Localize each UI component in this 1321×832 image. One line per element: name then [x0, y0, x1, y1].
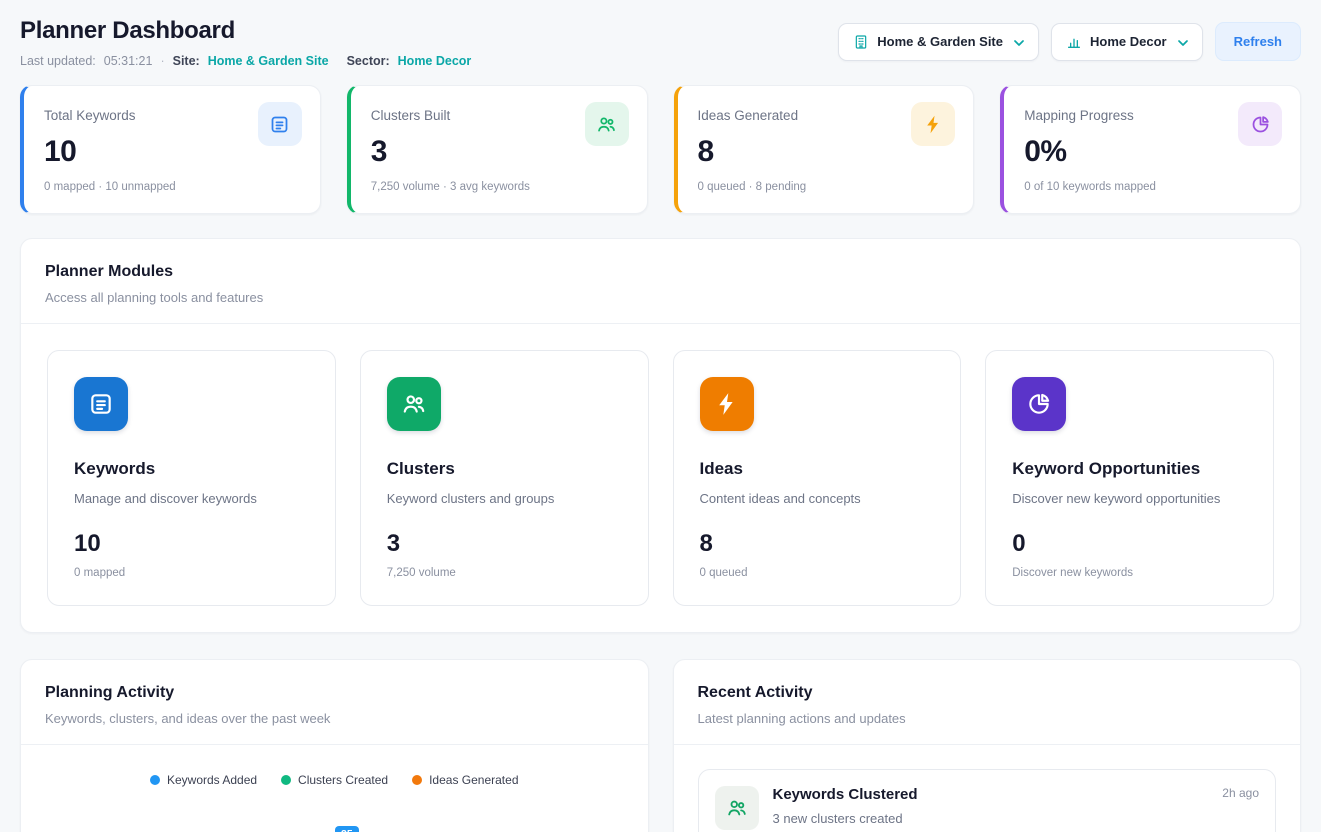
module-card-ideas[interactable]: Ideas Content ideas and concepts 8 0 que… — [673, 350, 962, 606]
page-title: Planner Dashboard — [20, 16, 471, 46]
legend-dot — [281, 775, 291, 785]
data-point-label: 25 — [335, 826, 359, 832]
module-value: 8 — [700, 530, 935, 558]
sector-label: Sector: — [347, 54, 390, 69]
legend-dot — [412, 775, 422, 785]
legend-label: Keywords Added — [167, 773, 257, 787]
meta-separator: · — [160, 54, 164, 69]
modules-grid: Keywords Manage and discover keywords 10… — [21, 324, 1300, 632]
section-title: Recent Activity — [698, 684, 1277, 702]
legend-item-ideas-generated: Ideas Generated — [412, 773, 518, 787]
legend-item-keywords-added: Keywords Added — [150, 773, 257, 787]
divider — [674, 744, 1301, 745]
module-description: Discover new keyword opportunities — [1012, 491, 1247, 506]
page-meta: Last updated: 05:31:21 · Site: Home & Ga… — [20, 54, 471, 69]
stats-row: Total Keywords 10 0 mapped · 10 unmapped… — [20, 85, 1301, 214]
users-icon — [387, 377, 441, 431]
site-link[interactable]: Home & Garden Site — [208, 54, 329, 69]
users-icon — [585, 102, 629, 146]
module-description: Content ideas and concepts — [700, 491, 935, 506]
module-title: Clusters — [387, 459, 622, 479]
building-icon — [853, 34, 869, 50]
module-card-keyword-opportunities[interactable]: Keyword Opportunities Discover new keywo… — [985, 350, 1274, 606]
module-caption: 0 queued — [700, 567, 935, 579]
recent-activity-header: Recent Activity Latest planning actions … — [674, 660, 1301, 744]
sector-selector-value: Home Decor — [1090, 34, 1167, 49]
stat-caption: 0 queued · 8 pending — [698, 181, 954, 193]
module-description: Keyword clusters and groups — [387, 491, 622, 506]
chart-legend: Keywords Added Clusters Created Ideas Ge… — [21, 745, 648, 787]
lightning-icon — [700, 377, 754, 431]
site-selector-dropdown[interactable]: Home & Garden Site — [838, 23, 1039, 61]
activity-description: 3 new clusters created — [773, 811, 1260, 826]
area-chart-svg — [45, 801, 624, 832]
module-title: Ideas — [700, 459, 935, 479]
site-label: Site: — [173, 54, 200, 69]
legend-item-clusters-created: Clusters Created — [281, 773, 388, 787]
planning-activity-chart: 25 25 24 — [45, 801, 624, 832]
module-caption: 0 mapped — [74, 567, 309, 579]
site-selector-value: Home & Garden Site — [877, 34, 1003, 49]
refresh-button[interactable]: Refresh — [1215, 22, 1301, 61]
activity-title: Keywords Clustered — [773, 786, 918, 803]
planning-activity-panel: Planning Activity Keywords, clusters, an… — [20, 659, 649, 832]
sector-link[interactable]: Home Decor — [398, 54, 472, 69]
stat-card-mapping-progress: Mapping Progress 0% 0 of 10 keywords map… — [1000, 85, 1301, 214]
module-title: Keyword Opportunities — [1012, 459, 1247, 479]
header-left: Planner Dashboard Last updated: 05:31:21… — [20, 16, 471, 69]
pie-chart-icon — [1012, 377, 1066, 431]
chevron-down-icon — [1011, 35, 1024, 48]
bar-chart-icon — [1066, 34, 1082, 50]
last-updated-value: 05:31:21 — [104, 54, 153, 69]
module-description: Manage and discover keywords — [74, 491, 309, 506]
section-subtitle: Latest planning actions and updates — [698, 711, 1277, 726]
activity-item-keywords-clustered: Keywords Clustered 2h ago 3 new clusters… — [698, 769, 1277, 832]
activity-body: Keywords Clustered 2h ago 3 new clusters… — [773, 786, 1260, 830]
module-caption: 7,250 volume — [387, 567, 622, 579]
planning-activity-header: Planning Activity Keywords, clusters, an… — [21, 660, 648, 744]
module-card-clusters[interactable]: Clusters Keyword clusters and groups 3 7… — [360, 350, 649, 606]
sector-selector-dropdown[interactable]: Home Decor — [1051, 23, 1203, 61]
module-value: 0 — [1012, 530, 1247, 558]
recent-activity-panel: Recent Activity Latest planning actions … — [673, 659, 1302, 832]
planner-dashboard-page: Planner Dashboard Last updated: 05:31:21… — [0, 0, 1321, 832]
planner-modules-panel: Planner Modules Access all planning tool… — [20, 238, 1301, 633]
last-updated-label: Last updated: — [20, 54, 96, 69]
module-value: 10 — [74, 530, 309, 558]
chevron-down-icon — [1175, 35, 1188, 48]
module-caption: Discover new keywords — [1012, 567, 1247, 579]
document-icon — [74, 377, 128, 431]
stat-card-total-keywords: Total Keywords 10 0 mapped · 10 unmapped — [20, 85, 321, 214]
legend-label: Clusters Created — [298, 773, 388, 787]
top-bar: Planner Dashboard Last updated: 05:31:21… — [20, 16, 1301, 69]
activity-timestamp: 2h ago — [1222, 786, 1259, 800]
stat-caption: 7,250 volume · 3 avg keywords — [371, 181, 627, 193]
section-subtitle: Keywords, clusters, and ideas over the p… — [45, 711, 624, 726]
users-icon — [715, 786, 759, 830]
lightning-icon — [911, 102, 955, 146]
section-title: Planner Modules — [45, 263, 1276, 281]
stat-caption: 0 mapped · 10 unmapped — [44, 181, 300, 193]
stat-caption: 0 of 10 keywords mapped — [1024, 181, 1280, 193]
planner-modules-header: Planner Modules Access all planning tool… — [21, 239, 1300, 323]
section-title: Planning Activity — [45, 684, 624, 702]
header-controls: Home & Garden Site Home Decor Refresh — [838, 22, 1301, 61]
module-title: Keywords — [74, 459, 309, 479]
section-subtitle: Access all planning tools and features — [45, 290, 1276, 305]
stat-card-clusters-built: Clusters Built 3 7,250 volume · 3 avg ke… — [347, 85, 648, 214]
stat-card-ideas-generated: Ideas Generated 8 0 queued · 8 pending — [674, 85, 975, 214]
document-icon — [258, 102, 302, 146]
module-card-keywords[interactable]: Keywords Manage and discover keywords 10… — [47, 350, 336, 606]
legend-label: Ideas Generated — [429, 773, 518, 787]
pie-chart-icon — [1238, 102, 1282, 146]
bottom-row: Planning Activity Keywords, clusters, an… — [20, 659, 1301, 832]
legend-dot — [150, 775, 160, 785]
module-value: 3 — [387, 530, 622, 558]
